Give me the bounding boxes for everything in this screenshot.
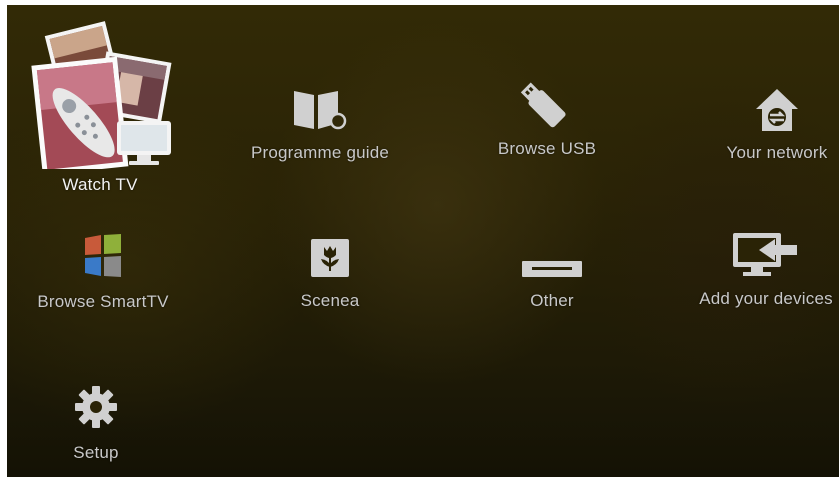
book-clock-icon	[292, 81, 348, 131]
home-network-icon	[754, 83, 800, 133]
menu-label-add-your-devices: Add your devices	[699, 289, 833, 308]
menu-item-browse-smarttv[interactable]: Browse SmartTV	[15, 230, 191, 312]
usb-stick-icon	[519, 75, 575, 131]
tulip-frame-icon	[309, 227, 351, 279]
menu-label-scenea: Scenea	[300, 291, 360, 310]
menu-item-browse-usb[interactable]: Browse USB	[472, 75, 622, 159]
menu-item-watch-tv[interactable]: Watch TV	[25, 17, 175, 205]
device-slot-icon	[522, 243, 582, 279]
menu-label-your-network: Your network	[726, 143, 828, 162]
menu-item-other[interactable]: Other	[497, 243, 607, 311]
home-menu-screen: Watch TV Programme guide Browse USB Your…	[7, 5, 839, 477]
menu-item-setup[interactable]: Setup	[51, 383, 141, 463]
menu-label-browse-smarttv: Browse SmartTV	[37, 292, 169, 311]
photos-remote-tv-icon	[25, 17, 175, 169]
gear-icon	[74, 383, 118, 429]
menu-label-other: Other	[530, 291, 574, 310]
menu-item-programme-guide[interactable]: Programme guide	[235, 81, 405, 163]
menu-label-setup: Setup	[73, 443, 119, 462]
menu-item-your-network[interactable]: Your network	[697, 83, 839, 163]
menu-label-programme-guide: Programme guide	[250, 143, 390, 162]
menu-item-add-your-devices[interactable]: Add your devices	[687, 227, 839, 309]
menu-label-browse-usb: Browse USB	[497, 139, 597, 158]
smarttv-windows-icon	[79, 230, 127, 280]
tv-arrow-icon	[731, 227, 801, 279]
menu-item-scenea[interactable]: Scenea	[275, 227, 385, 311]
menu-label-watch-tv: Watch TV	[62, 175, 138, 194]
